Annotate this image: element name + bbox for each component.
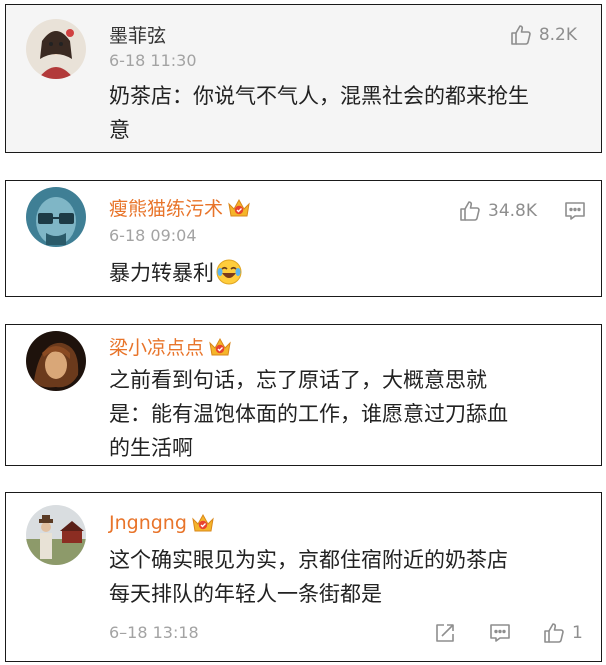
username-text[interactable]: 墨菲弦 [109, 21, 166, 48]
avatar[interactable] [26, 331, 86, 391]
comment-card-1: 墨菲弦 6-18 11:30 8.2K 奶茶店：你说气不气人，混黑社会的都来抢生… [5, 4, 602, 153]
timestamp: 6–18 13:18 [109, 623, 199, 642]
comment-line: 是：能有温饱体面的工作，谁愿意过刀舔血 [109, 402, 508, 426]
comment-card-2: 瘦熊猫练污术 6-18 09:04 34.8K 暴力转暴利 [5, 180, 602, 297]
username[interactable]: Jngngng [109, 512, 215, 534]
username-text[interactable]: Jngngng [109, 512, 187, 534]
like-count: 1 [572, 623, 583, 643]
timestamp: 6-18 11:30 [109, 51, 197, 70]
comment-text: 这个确实眼见为实，京都住宿附近的奶茶店 每天排队的年轻人一条街都是 [109, 543, 508, 611]
laughing-crying-emoji-icon [216, 259, 242, 285]
reply-icon[interactable] [488, 621, 512, 645]
username[interactable]: 墨菲弦 [109, 21, 166, 48]
comment-line: 奶茶店：你说气不气人，混黑社会的都来抢生 [109, 84, 529, 108]
vip-crown-icon [227, 197, 251, 219]
like-count: 34.8K [488, 201, 537, 221]
thumbs-up-icon [509, 23, 533, 47]
avatar[interactable] [26, 19, 86, 79]
comment-card-3: 梁小凉点点 之前看到句话，忘了原话了，大概意思就 是：能有温饱体面的工作，谁愿意… [5, 324, 602, 466]
comment-text: 奶茶店：你说气不气人，混黑社会的都来抢生 意 [109, 79, 529, 147]
username[interactable]: 梁小凉点点 [109, 333, 232, 360]
avatar[interactable] [26, 187, 86, 247]
comment-line: 暴力转暴利 [109, 256, 242, 290]
like-count: 8.2K [538, 25, 577, 45]
share-icon[interactable] [433, 621, 457, 645]
vip-crown-icon [191, 512, 215, 534]
thumbs-up-icon [542, 621, 566, 645]
like-button[interactable]: 8.2K [509, 23, 577, 47]
like-button[interactable]: 1 [542, 621, 583, 645]
comment-line: 之前看到句话，忘了原话了，大概意思就 [109, 368, 487, 392]
comment-text: 之前看到句话，忘了原话了，大概意思就 是：能有温饱体面的工作，谁愿意过刀舔血 的… [109, 363, 508, 465]
username[interactable]: 瘦熊猫练污术 [109, 194, 251, 221]
comment-line: 这个确实眼见为实，京都住宿附近的奶茶店 [109, 548, 508, 572]
vip-crown-icon [208, 336, 232, 358]
comment-line-text: 暴力转暴利 [109, 261, 214, 285]
comment-card-4: Jngngng 这个确实眼见为实，京都住宿附近的奶茶店 每天排队的年轻人一条街都… [5, 492, 602, 662]
reply-icon[interactable] [563, 199, 587, 223]
comment-text: 暴力转暴利 [109, 256, 242, 290]
username-text[interactable]: 梁小凉点点 [109, 333, 204, 360]
like-button[interactable]: 34.8K [458, 199, 537, 223]
comment-line: 意 [109, 118, 130, 142]
username-text[interactable]: 瘦熊猫练污术 [109, 194, 223, 221]
timestamp: 6-18 09:04 [109, 226, 197, 245]
thumbs-up-icon [458, 199, 482, 223]
comment-line: 每天排队的年轻人一条街都是 [109, 582, 382, 606]
avatar[interactable] [26, 505, 86, 565]
comment-line: 的生活啊 [109, 436, 193, 460]
